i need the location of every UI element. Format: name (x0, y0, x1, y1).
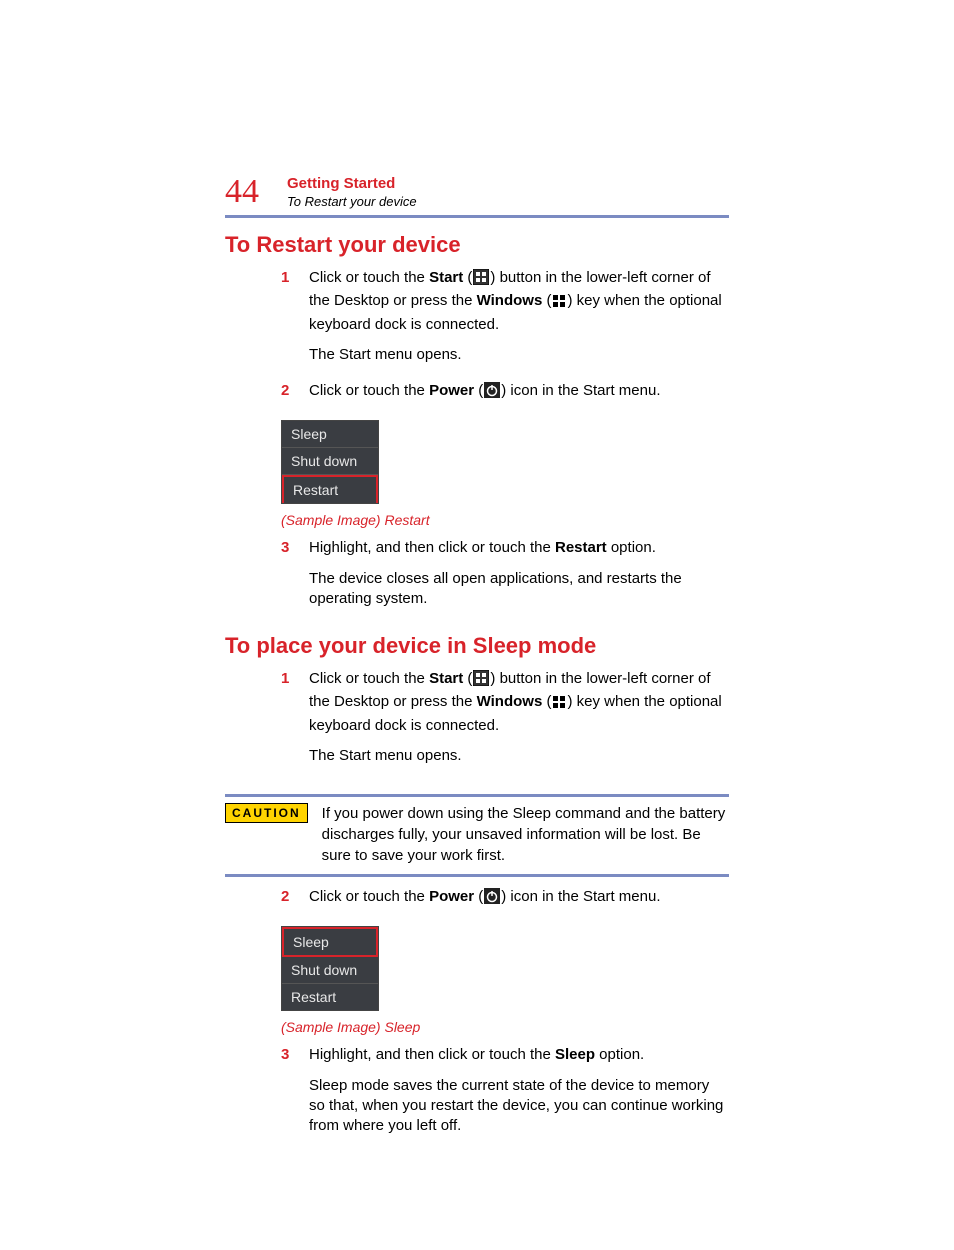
text: Sleep mode saves the current state of th… (309, 1076, 729, 1137)
running-header: 44 Getting Started To Restart your devic… (225, 175, 729, 209)
text: Click or touch the (309, 382, 429, 399)
text: ( (474, 888, 483, 905)
windows-key-icon (552, 695, 566, 715)
text-bold: Windows (477, 292, 543, 309)
step-number: 2 (281, 887, 309, 920)
step-number: 2 (281, 381, 309, 414)
page-number: 44 (225, 175, 259, 209)
windows-key-icon (552, 294, 566, 314)
menu-item-sleep: Sleep (282, 421, 378, 448)
text: Click or touch the (309, 888, 429, 905)
divider (225, 874, 729, 877)
step: 1 Click or touch the Start () button in … (281, 268, 729, 375)
menu-item-shutdown: Shut down (282, 448, 378, 475)
menu-item-restart: Restart (282, 984, 378, 1010)
chapter-title: Getting Started (287, 175, 417, 192)
caption: (Sample Image) Restart (281, 512, 729, 528)
text: ( (463, 269, 472, 286)
heading-sleep: To place your device in Sleep mode (225, 633, 729, 659)
text: Highlight, and then click or touch the (309, 1046, 555, 1063)
text: ) icon in the Start menu. (501, 382, 660, 399)
text: The Start menu opens. (309, 345, 729, 365)
text-bold: Power (429, 888, 474, 905)
start-icon (473, 670, 489, 692)
caption: (Sample Image) Sleep (281, 1019, 729, 1035)
step-number: 3 (281, 538, 309, 619)
text: ( (542, 693, 551, 710)
step-number: 3 (281, 1045, 309, 1146)
step: 1 Click or touch the Start () button in … (281, 669, 729, 776)
power-icon (484, 888, 500, 910)
step-number: 1 (281, 268, 309, 375)
menu-item-shutdown: Shut down (282, 957, 378, 984)
start-icon (473, 269, 489, 291)
step: 3 Highlight, and then click or touch the… (281, 538, 729, 619)
text: ( (474, 382, 483, 399)
step: 2 Click or touch the Power ( ) icon in th… (281, 381, 729, 414)
breadcrumb: To Restart your device (287, 194, 417, 209)
heading-restart: To Restart your device (225, 232, 729, 258)
text-bold: Start (429, 269, 463, 286)
step-number: 1 (281, 669, 309, 776)
text: Click or touch the (309, 670, 429, 687)
text: option. (607, 539, 656, 556)
divider (225, 215, 729, 218)
text: ) icon in the Start menu. (501, 888, 660, 905)
menu-item-restart: Restart (282, 475, 378, 503)
power-menu-sample-sleep: Sleep Shut down Restart (281, 926, 379, 1011)
power-icon (484, 382, 500, 404)
text: ( (542, 292, 551, 309)
divider (225, 794, 729, 797)
text: option. (595, 1046, 644, 1063)
menu-item-sleep: Sleep (282, 927, 378, 957)
step: 3 Highlight, and then click or touch the… (281, 1045, 729, 1146)
text-bold: Restart (555, 539, 607, 556)
text-bold: Windows (477, 693, 543, 710)
text-bold: Start (429, 670, 463, 687)
text-bold: Sleep (555, 1046, 595, 1063)
text: ( (463, 670, 472, 687)
caution-text: If you power down using the Sleep comman… (322, 803, 729, 866)
text-bold: Power (429, 382, 474, 399)
step: 2 Click or touch the Power ( ) icon in th… (281, 887, 729, 920)
caution-block: CAUTION If you power down using the Slee… (225, 794, 729, 877)
caution-label: CAUTION (225, 803, 308, 823)
power-menu-sample-restart: Sleep Shut down Restart (281, 420, 379, 504)
text: Click or touch the (309, 269, 429, 286)
text: The device closes all open applications,… (309, 569, 729, 610)
text: The Start menu opens. (309, 746, 729, 766)
text: Highlight, and then click or touch the (309, 539, 555, 556)
